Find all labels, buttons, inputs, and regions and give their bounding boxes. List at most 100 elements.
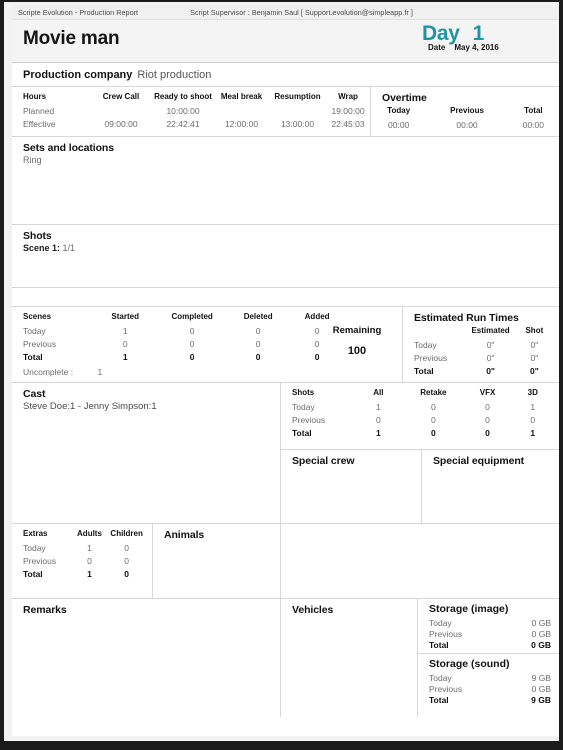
hours-col-meal-break: Meal break: [220, 92, 263, 101]
ert-cell: 0": [486, 365, 495, 376]
shots-col-vfx: VFX: [479, 388, 496, 397]
storage-row-value: 9 GB: [531, 672, 551, 683]
remaining-value: 100: [347, 345, 367, 357]
scenes-cell: 0: [189, 338, 195, 349]
storage-row-label: Previous: [429, 683, 463, 694]
sets-and-locations-value: Ring: [23, 155, 42, 165]
ert-cell: 0": [530, 352, 539, 363]
extras-table: Extras Adults Children Today 1 0 Previou…: [23, 529, 146, 580]
extras-row-previous: Previous 0 0: [23, 554, 146, 567]
extras-col-children: Children: [110, 529, 143, 538]
hours-row-planned: Planned 10:00:00 19:00:00: [12, 104, 370, 117]
date-value: May 4, 2016: [454, 43, 499, 52]
hours-col-resumption: Resumption: [274, 92, 321, 101]
overtime-header-row: Today Previous Total: [371, 106, 559, 118]
ert-cell: 0": [530, 339, 539, 350]
shots-cell: 0: [485, 401, 490, 412]
shots-col-all: All: [373, 388, 384, 397]
date-label: Date: [428, 43, 446, 52]
scenes-section: Scenes Started Completed Deleted Added T…: [12, 307, 402, 382]
shots-row-total: Total 1 0 0 1: [292, 426, 553, 439]
storage-sound-title: Storage (sound): [429, 658, 510, 670]
cast-title: Cast: [23, 388, 46, 400]
extras-cell: 0: [124, 542, 130, 553]
storage-row-value: 0 GB: [531, 617, 551, 628]
remaining-label: Remaining: [332, 325, 382, 336]
ert-blank-col: [414, 326, 465, 338]
storage-sound-row: Today 9 GB: [429, 672, 551, 683]
animals-section: Animals: [152, 524, 280, 598]
ert-row-label: Today: [414, 339, 437, 350]
scenes-header-row: Scenes Started Completed Deleted Added: [23, 312, 396, 324]
ert-cell: 0": [486, 352, 495, 363]
shots-row-previous: Previous 0 0 0 0: [292, 413, 553, 426]
scenes-title: Scenes: [23, 312, 52, 321]
extras-cell: 0: [87, 555, 92, 566]
estimated-run-times-title: Estimated Run Times: [414, 312, 519, 324]
overtime-col-today: Today: [387, 106, 411, 115]
shots-cell: 1: [376, 401, 381, 412]
extras-header-row: Extras Adults Children: [23, 529, 146, 541]
scenes-cell: 0: [189, 325, 195, 336]
script-supervisor-label: Script Supervisor : Benjamin Saul [ Supp…: [190, 7, 413, 17]
shots-cell: 1: [530, 427, 536, 438]
cast-empty-area: [12, 450, 280, 524]
storage-sound-row: Previous 0 GB: [429, 683, 551, 694]
overtime-title: Overtime: [382, 92, 427, 104]
estimated-run-times-section: Estimated Run Times Estimated Shot Today…: [402, 307, 559, 382]
overtime-values-row: 00:00 00:00 00:00: [371, 118, 559, 131]
shots-cell: 0: [430, 414, 436, 425]
overtime-table: Today Previous Total 00:00 00:00 00:00: [371, 106, 559, 131]
shots-cell: 1: [376, 427, 381, 438]
shots-cell: 0: [530, 414, 536, 425]
storage-sound-total-row: Total 9 GB: [429, 694, 551, 705]
ert-col-shot: Shot: [525, 326, 544, 335]
app-label: Scripte Evolution - Production Report: [18, 7, 139, 17]
scenes-col-started: Started: [111, 312, 139, 321]
shots-table-section: Shots All Retake VFX 3D Today 1 0 0 1 Pr…: [280, 383, 559, 450]
production-company-row: Production company Riot production: [12, 63, 559, 87]
spacer-block: [12, 288, 559, 307]
scenes-cell: 0: [255, 351, 261, 362]
cast-names: Steve Doe:1 - Jenny Simpson:1: [23, 401, 157, 412]
shots-scene-title: Shots: [23, 230, 52, 242]
uncomplete-value: 1: [97, 367, 103, 377]
shots-row-today: Today 1 0 0 1: [292, 400, 553, 413]
shots-row-label: Today: [292, 401, 315, 412]
shots-table-title: Shots: [292, 388, 315, 397]
shots-cell: 0: [430, 427, 436, 438]
extras-row-total: Total 1 0: [23, 567, 146, 580]
animals-title: Animals: [164, 529, 205, 541]
shots-cell: 0: [485, 427, 490, 438]
scenes-cell: 0: [122, 338, 128, 349]
hours-col-crew-call: Crew Call: [102, 92, 140, 101]
storage-row-label: Total: [429, 694, 449, 705]
sets-and-locations-section: Sets and locations Ring: [12, 137, 559, 225]
scenes-row-label: Previous: [23, 338, 57, 349]
page-title: Movie man: [23, 28, 120, 49]
hours-cell: 22:45:03: [331, 118, 365, 129]
hours-cell: 12:00:00: [224, 118, 259, 129]
extras-animals-row: Extras Adults Children Today 1 0 Previou…: [12, 524, 559, 599]
remarks-section: Remarks: [12, 599, 280, 717]
cast-section: Cast Steve Doe:1 - Jenny Simpson:1: [12, 383, 280, 450]
hours-col-ready-to-shoot: Ready to shoot: [154, 92, 212, 101]
vehicles-section: Vehicles: [280, 599, 417, 717]
special-crew-title: Special crew: [292, 455, 355, 467]
day-badge: Day 1 Date May 4, 2016: [418, 22, 548, 52]
scenes-row-label: Total: [23, 351, 43, 362]
shots-cell: 0: [430, 401, 436, 412]
hours-cell: 09:00:00: [104, 118, 138, 129]
extras-row-today: Today 1 0: [23, 541, 146, 554]
hours-table: Hours Crew Call Ready to shoot Meal brea…: [12, 92, 370, 130]
storage-row-label: Previous: [429, 628, 463, 639]
sets-and-locations-title: Sets and locations: [23, 142, 114, 154]
meta-bar: Scripte Evolution - Production Report Sc…: [12, 5, 559, 20]
device-frame: Scripte Evolution - Production Report Sc…: [0, 0, 563, 750]
title-band: Movie man Day 1 Date May 4, 2016: [12, 20, 559, 63]
storage-image-title: Storage (image): [429, 603, 509, 615]
hours-row-label: Planned: [23, 105, 55, 116]
hours-header-row: Hours Crew Call Ready to shoot Meal brea…: [12, 92, 370, 104]
special-crew-section: Special crew: [280, 450, 421, 524]
shots-row-label: Total: [292, 427, 312, 438]
